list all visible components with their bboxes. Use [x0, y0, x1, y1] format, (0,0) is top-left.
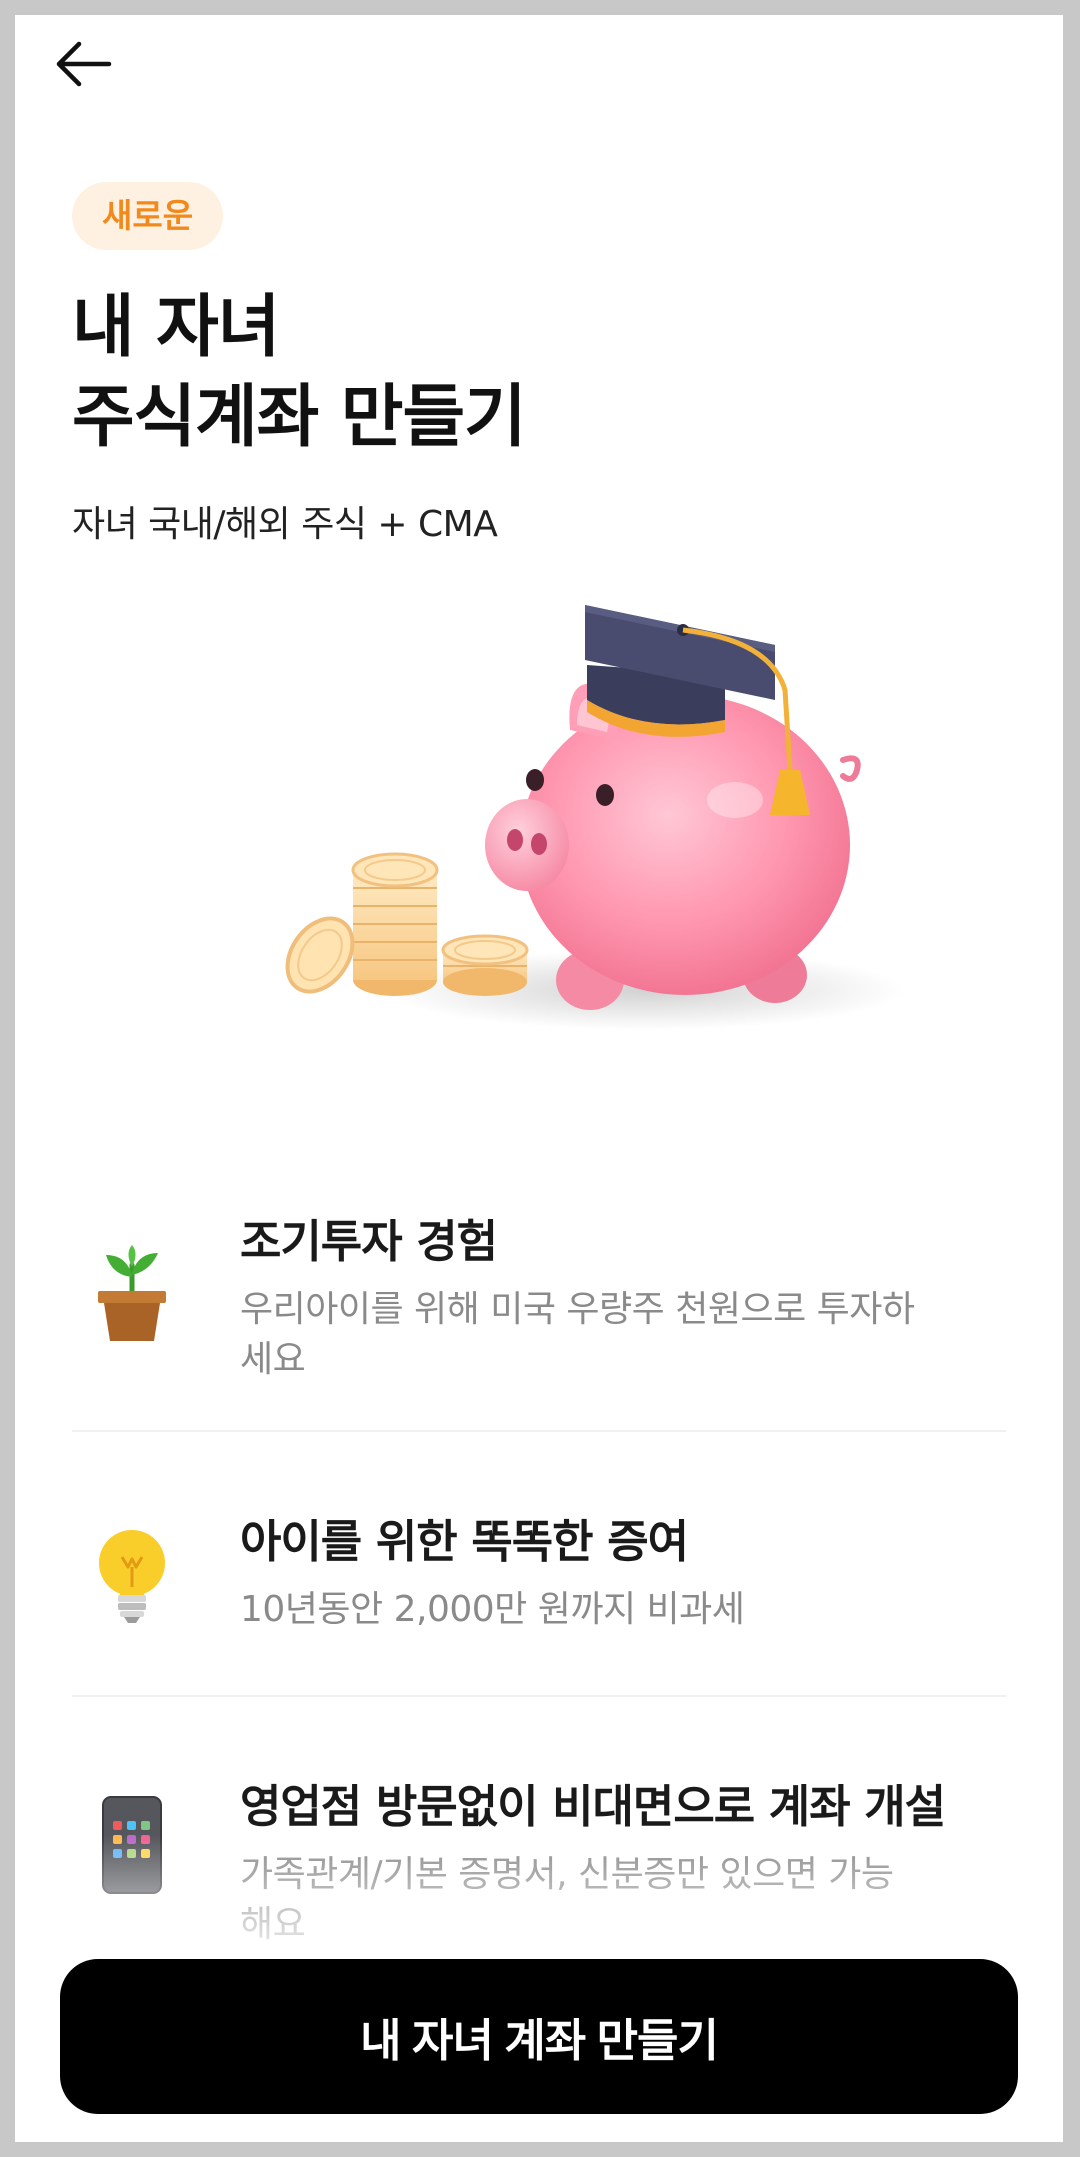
piggy-bank-graduation-cap-illustration — [285, 605, 905, 1030]
back-button[interactable] — [53, 29, 143, 99]
divider — [72, 1695, 1006, 1697]
feature-description: 10년동안 2,000만 원까지 비과세 — [240, 1589, 745, 1630]
feature-item-smart-gift: 아이를 위한 똑똑한 증여 10년동안 2,000만 원까지 비과세 — [15, 1485, 1063, 1685]
feature-item-non-face-to-face: 영업점 방문없이 비대면으로 계좌 개설 가족관계/기본 증명서, 신분증만 있… — [15, 1750, 1063, 1950]
screen: 새로운 내 자녀 주식계좌 만들기 자녀 국내/해외 주식 + CMA 조기투자… — [15, 15, 1063, 2142]
coin-stack — [285, 852, 529, 996]
feature-item-early-investment: 조기투자 경험 우리아이를 위해 미국 우량주 천원으로 투자하세요 — [15, 1175, 1063, 1395]
feature-title: 영업점 방문없이 비대면으로 계좌 개설 — [240, 1780, 946, 1833]
create-child-account-button[interactable]: 내 자녀 계좌 만들기 — [60, 1959, 1018, 2114]
potted-plant-icon — [82, 1240, 182, 1350]
feature-title: 조기투자 경험 — [240, 1215, 498, 1268]
page-title-line-1: 내 자녀 — [72, 288, 280, 367]
feature-title: 아이를 위한 똑똑한 증여 — [240, 1515, 689, 1568]
page-subtitle: 자녀 국내/해외 주식 + CMA — [72, 504, 498, 545]
page-title: 내 자녀 주식계좌 만들기 — [72, 283, 527, 463]
feature-description: 가족관계/기본 증명서, 신분증만 있으면 가능해요 — [240, 1854, 894, 1945]
lightbulb-icon — [82, 1520, 182, 1630]
smartphone-icon — [82, 1790, 182, 1900]
page-title-line-2: 주식계좌 만들기 — [72, 378, 527, 457]
divider — [72, 1430, 1006, 1432]
arrow-left-icon — [56, 41, 112, 87]
feature-description: 우리아이를 위해 미국 우량주 천원으로 투자하세요 — [240, 1289, 915, 1380]
new-badge: 새로운 — [72, 182, 224, 250]
